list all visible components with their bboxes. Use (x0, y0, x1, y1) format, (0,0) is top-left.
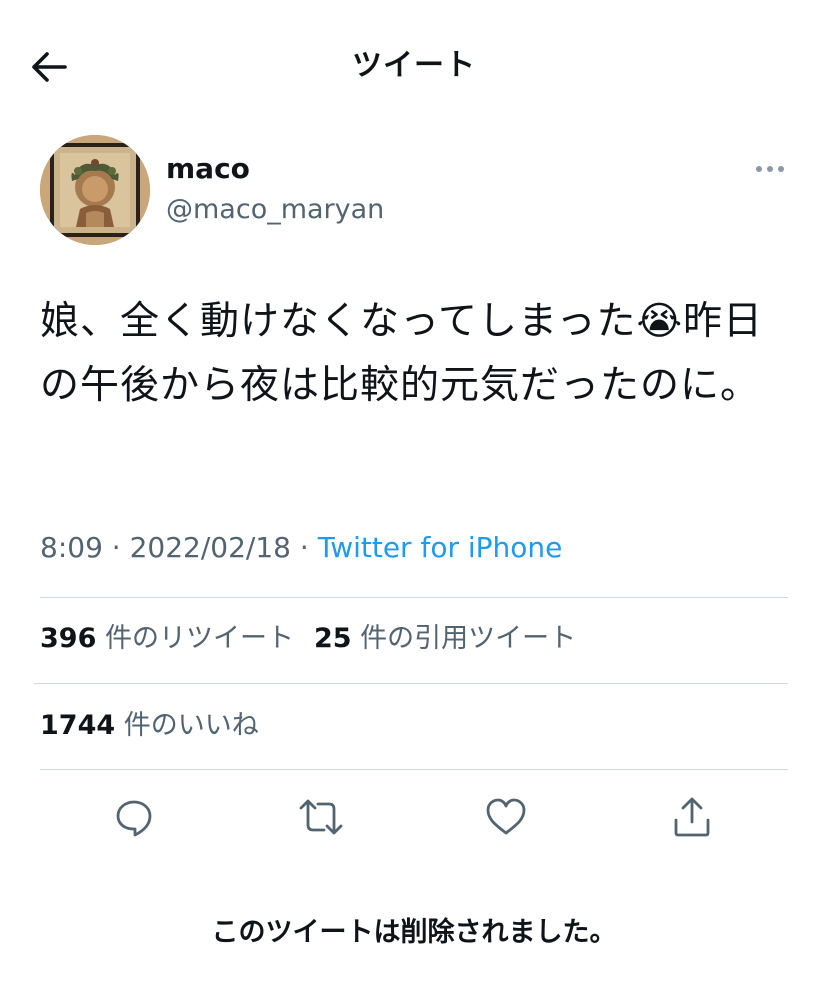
deleted-notice: このツイートは削除されました。 (211, 917, 617, 948)
stats-row-likes: 1744 件のいいね (40, 706, 259, 746)
likes-stat[interactable]: 1744 件のいいね (40, 710, 259, 741)
more-options-button[interactable] (750, 152, 790, 186)
meta-separator: · (299, 531, 309, 564)
share-icon (674, 797, 710, 837)
retweet-icon (299, 799, 343, 835)
tweet-metadata: 8:09 · 2022/02/18 · Twitter for iPhone (40, 528, 562, 568)
avatar[interactable] (40, 135, 150, 245)
reply-button[interactable] (110, 793, 158, 841)
like-count: 1744 (40, 710, 116, 741)
retweet-label: 件のリツイート (104, 623, 294, 654)
retweet-count: 396 (40, 623, 97, 654)
heart-icon (486, 798, 526, 835)
quote-label: 件の引用ツイート (360, 623, 577, 654)
share-button[interactable] (668, 793, 716, 841)
divider (40, 769, 788, 770)
like-label: 件のいいね (123, 710, 259, 741)
user-handle[interactable]: @maco_maryan (166, 190, 384, 230)
divider (40, 597, 788, 598)
tweet-text: 娘、全く動けなくなってしまった😭昨日の午後から夜は比較的元気だったのに。 (40, 299, 764, 408)
page-title: ツイート (352, 48, 476, 83)
tweet-source-link[interactable]: Twitter for iPhone (318, 531, 563, 564)
avatar-image (40, 135, 150, 245)
like-button[interactable] (482, 793, 530, 841)
stats-row-reposts: 396 件のリツイート 25 件の引用ツイート (40, 619, 576, 659)
tweet-date[interactable]: 2022/02/18 (130, 531, 291, 564)
meta-separator: · (111, 531, 121, 564)
retweet-button[interactable] (297, 793, 345, 841)
quotes-stat[interactable]: 25 件の引用ツイート (314, 623, 576, 654)
divider (34, 683, 788, 684)
more-horizontal-icon (756, 166, 784, 172)
reply-icon (116, 800, 152, 837)
retweets-stat[interactable]: 396 件のリツイート (40, 623, 294, 654)
tweet-time[interactable]: 8:09 (40, 531, 103, 564)
quote-count: 25 (313, 623, 352, 654)
display-name[interactable]: maco (166, 149, 250, 189)
